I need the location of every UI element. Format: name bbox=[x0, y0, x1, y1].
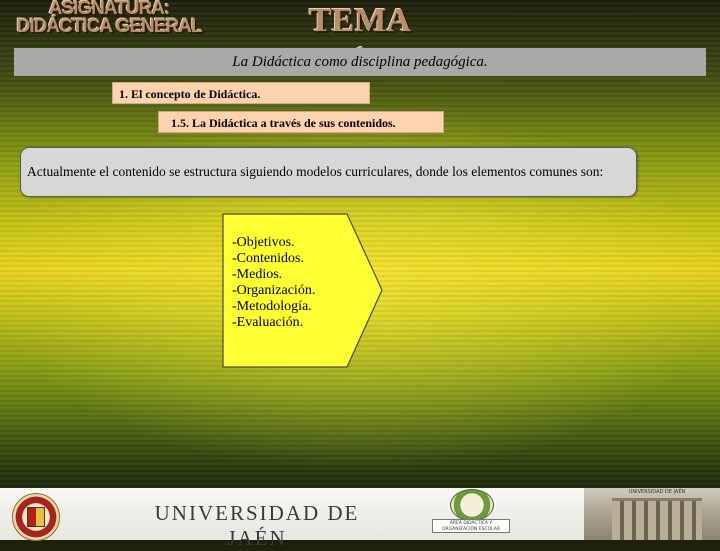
slide-title: La Didáctica como disciplina pedagógica. bbox=[232, 53, 488, 70]
crest-icon bbox=[8, 493, 64, 541]
list-item: -Organización. bbox=[232, 283, 316, 298]
elements-list: -Objetivos. -Contenidos. -Medios. -Organ… bbox=[232, 235, 315, 331]
subsection-box: 1.5. La Didáctica a través de sus conten… bbox=[158, 111, 444, 133]
list-item: -Evaluación. bbox=[232, 315, 304, 330]
section-box: 1. El concepto de Didáctica. bbox=[112, 82, 370, 104]
list-item: -Contenidos. bbox=[232, 251, 304, 266]
seal-icon bbox=[450, 489, 494, 521]
subject-logo: ASIGNATURA: DIDÁCTICA GENERAL bbox=[14, 0, 204, 36]
main-text: Actualmente el contenido se estructura s… bbox=[27, 164, 604, 179]
list-item: -Medios. bbox=[232, 267, 283, 282]
elements-arrow-shape: -Objetivos. -Contenidos. -Medios. -Organ… bbox=[222, 213, 384, 368]
subject-line2: DIDÁCTICA GENERAL bbox=[16, 16, 203, 37]
main-text-box: Actualmente el contenido se estructura s… bbox=[20, 147, 637, 197]
subsection-label: 1.5. La Didáctica a través de sus conten… bbox=[171, 116, 396, 130]
building-photo: UNIVERSIDAD DE JAÉN bbox=[584, 488, 720, 540]
list-item: -Metodología. bbox=[232, 299, 312, 314]
university-name: UNIVERSIDAD DE JAÉN bbox=[154, 501, 360, 550]
list-item: -Objetivos. bbox=[232, 235, 295, 250]
slide-title-bar: La Didáctica como disciplina pedagógica. bbox=[14, 48, 706, 76]
photo-caption: UNIVERSIDAD DE JAÉN bbox=[628, 489, 686, 495]
badge-label: ÁREA DIDÁCTICA Y ORGANIZACIÓN ESCOLAR bbox=[432, 519, 510, 533]
section-label: 1. El concepto de Didáctica. bbox=[119, 87, 261, 101]
area-badge: ÁREA DIDÁCTICA Y ORGANIZACIÓN ESCOLAR bbox=[432, 489, 512, 537]
